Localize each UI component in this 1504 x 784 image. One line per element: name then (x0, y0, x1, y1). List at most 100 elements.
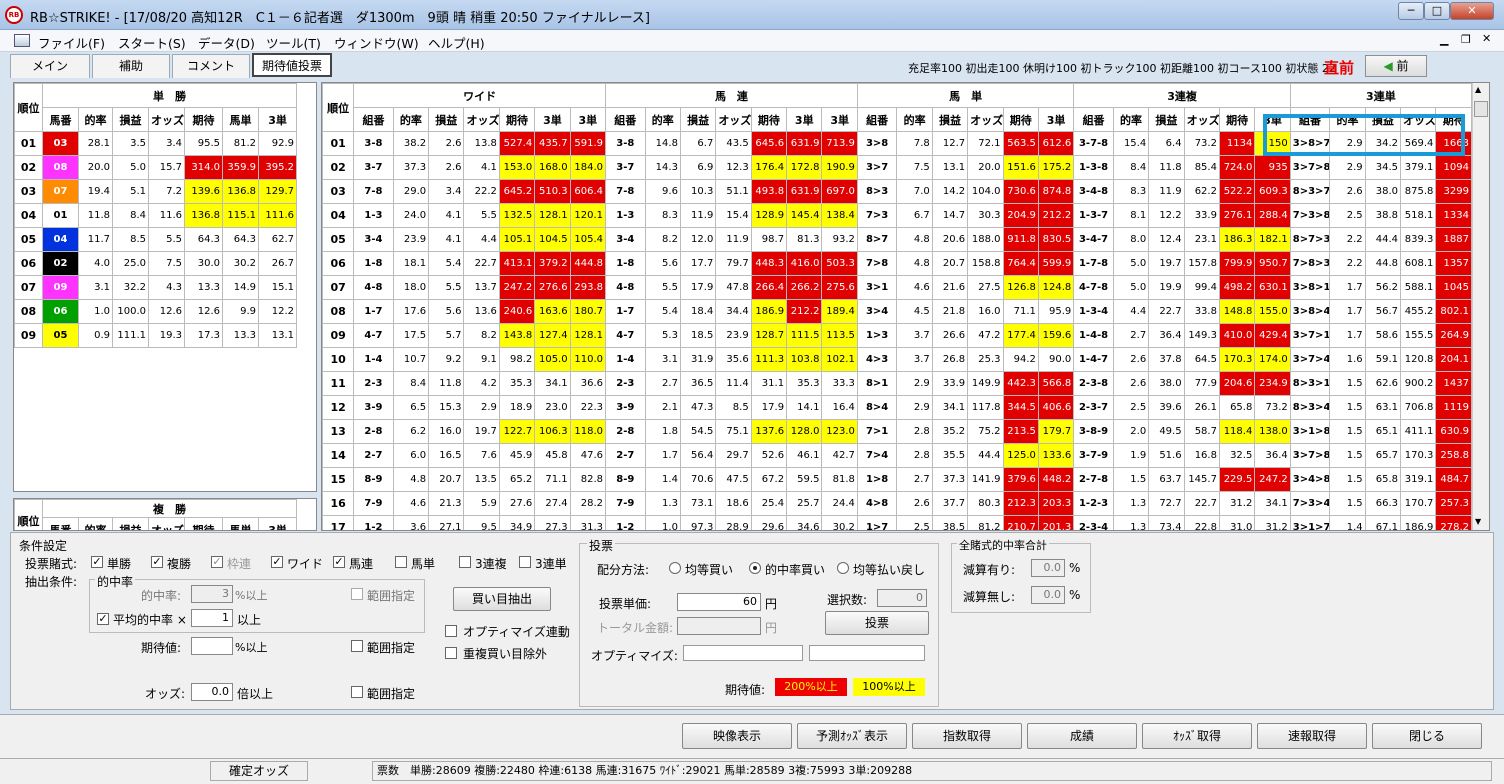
combo-row[interactable]: 12 3-9 6.5 15.3 2.9 18.9 23.0 22.3 3-9 2.1 47.3 8.5… (322, 395, 1472, 420)
mdi-close-icon[interactable]: ✕ (1482, 32, 1491, 45)
combo-row[interactable]: 04 1-3 24.0 4.1 5.5 132.5 128.1 120.1 1-3 8.3 11.9… (322, 203, 1472, 228)
tansho-row[interactable]: 04 01 11.8 8.4 11.6 136.8 115.1 111.6 (14, 203, 298, 228)
avg-hit-input[interactable]: 1 (191, 609, 233, 627)
menu-window[interactable]: ウィンドウ(W) (334, 33, 419, 52)
range-checkbox-3[interactable] (351, 686, 363, 698)
tansho-row[interactable]: 03 07 19.4 5.1 7.2 139.6 136.8 129.7 (14, 179, 298, 204)
combo-row[interactable]: 11 2-3 8.4 11.8 4.2 35.3 34.1 36.6 2-3 2.7 36.5 11.… (322, 371, 1472, 396)
menu-tool[interactable]: ツール(T) (266, 33, 321, 52)
sanfuku-value-cell: 234.9 (1254, 371, 1291, 396)
buy-extract-button[interactable]: 買い目抽出 (453, 587, 551, 611)
bet-checkbox-3[interactable]: ✓ (271, 556, 283, 568)
wide-value-cell: 27.6 (498, 491, 536, 516)
santan-combo-cell: 3>7>4 (1289, 347, 1331, 372)
unit-input[interactable]: 60 (677, 593, 761, 611)
tansho-row[interactable]: 06 02 4.0 25.0 7.5 30.0 30.2 26.7 (14, 251, 298, 276)
action-button-6[interactable]: 閉じる (1372, 723, 1482, 749)
combo-row[interactable]: 06 1-8 18.1 5.4 22.7 413.1 379.2 444.8 1-8 5.6 17.… (322, 251, 1472, 276)
action-button-3[interactable]: 成績 (1027, 723, 1137, 749)
tab-main[interactable]: メイン (10, 54, 90, 78)
prev-button[interactable]: ◀ 前 (1365, 55, 1427, 77)
wide-value-cell: 47.6 (569, 443, 607, 468)
optimize-link-checkbox[interactable] (445, 625, 457, 637)
close-button[interactable]: ✕ (1450, 2, 1494, 20)
avg-hit-checkbox[interactable]: ✓ (97, 613, 109, 625)
action-button-2[interactable]: 指数取得 (912, 723, 1022, 749)
tansho-row[interactable]: 02 08 20.0 5.0 15.7 314.0 359.9 395.2 (14, 155, 298, 180)
tansho-row[interactable]: 01 03 28.1 3.5 3.4 95.5 81.2 92.9 (14, 131, 298, 156)
dup-exclude-checkbox[interactable] (445, 647, 457, 659)
action-button-0[interactable]: 映像表示 (682, 723, 792, 749)
optimize-slider-2[interactable] (809, 645, 925, 661)
menu-data[interactable]: データ(D) (198, 33, 255, 52)
mdi-restore-icon[interactable]: ❐ (1461, 33, 1471, 46)
bet-checkbox-7[interactable] (519, 556, 531, 568)
combo-row[interactable]: 05 3-4 23.9 4.1 4.4 105.1 104.5 105.4 3-4 8.2 12.0… (322, 227, 1472, 252)
dist-radio-payout[interactable] (837, 562, 849, 574)
tab-support[interactable]: 補助 (92, 54, 170, 78)
fukusho-rank-header: 順位 (14, 499, 43, 530)
bet-checkbox-4[interactable]: ✓ (333, 556, 345, 568)
sub-header-umatan: 期待 (1002, 107, 1039, 132)
tab-comment[interactable]: コメント (172, 54, 250, 78)
tansho-row[interactable]: 08 06 1.0 100.0 12.6 12.6 9.9 12.2 (14, 299, 298, 324)
range-checkbox-1[interactable] (351, 588, 363, 600)
combo-row[interactable]: 16 7-9 4.6 21.3 5.9 27.6 27.4 28.2 7-9 1.3 73.1 18.… (322, 491, 1472, 516)
menu-file[interactable]: ファイル(F) (38, 33, 105, 52)
hit-rate-input[interactable]: 3 (191, 585, 233, 603)
combo-row[interactable]: 08 1-7 17.6 5.6 13.6 240.6 163.6 180.7 1-7 5.4 18.… (322, 299, 1472, 324)
santan-value-cell: 1.5 (1329, 467, 1366, 492)
minimize-button[interactable]: ─ (1398, 2, 1424, 20)
combo-row[interactable]: 07 4-8 18.0 5.5 13.7 247.2 276.6 293.8 4-8 5.5 17.… (322, 275, 1472, 300)
umaren-value-cell: 34.4 (715, 299, 752, 324)
scroll-up-icon[interactable]: ▲ (1475, 85, 1481, 94)
combo-row[interactable]: 10 1-4 10.7 9.2 9.1 98.2 105.0 110.0 1-4 3.1 31.9 3… (322, 347, 1472, 372)
combo-row[interactable]: 02 3-7 37.3 2.6 4.1 153.0 168.0 184.0 3-7 14.3 6.9… (322, 155, 1472, 180)
vertical-scrollbar[interactable]: ▲ ▼ (1472, 83, 1489, 530)
sub-header-umaren: 3単 (821, 107, 858, 132)
umaren-value-cell: 12.3 (715, 155, 752, 180)
optimize-slider-1[interactable] (683, 645, 803, 661)
umatan-value-cell: 874.8 (1037, 179, 1075, 204)
ev-input[interactable] (191, 637, 233, 655)
mdi-min-icon[interactable]: ▁ (1440, 33, 1448, 46)
sanfuku-value-cell: 1.3 (1112, 515, 1150, 530)
combo-row[interactable]: 17 1-2 3.6 27.1 9.5 34.9 27.3 31.3 1-2 1.0 97.3 28.… (322, 515, 1472, 530)
bet-checkbox-6[interactable] (459, 556, 471, 568)
fukusho-col-header: 損益 (112, 517, 149, 530)
scroll-down-icon[interactable]: ▼ (1475, 517, 1481, 526)
vote-button[interactable]: 投票 (825, 611, 929, 635)
tansho-row[interactable]: 09 05 0.9 111.1 19.3 17.3 13.3 13.1 (14, 323, 298, 348)
menu-start[interactable]: スタート(S) (118, 33, 186, 52)
dist-radio-hit[interactable] (749, 562, 761, 574)
combo-row[interactable]: 03 7-8 29.0 3.4 22.2 645.2 510.3 606.4 7-8 9.6 10.… (322, 179, 1472, 204)
odds-input[interactable]: 0.0 (191, 683, 233, 701)
range-checkbox-2[interactable] (351, 640, 363, 652)
combo-row[interactable]: 15 8-9 4.8 20.7 13.5 65.2 71.1 82.8 8-9 1.4 70.6 47… (322, 467, 1472, 492)
action-button-1[interactable]: 予測ｵｯｽﾞ表示 (797, 723, 907, 749)
tansho-row[interactable]: 07 09 3.1 32.2 4.3 13.3 14.9 15.1 (14, 275, 298, 300)
action-button-4[interactable]: ｵｯｽﾞ取得 (1142, 723, 1252, 749)
rank-cell: 07 (14, 275, 43, 300)
bet-checkbox-1[interactable]: ✓ (151, 556, 163, 568)
umaren-value-cell: 186.9 (750, 299, 788, 324)
bet-checkbox-0[interactable]: ✓ (91, 556, 103, 568)
tab-expected-value[interactable]: 期待値投票 (252, 53, 332, 77)
wide-combo-cell: 3-8 (353, 131, 394, 156)
scroll-thumb[interactable] (1474, 101, 1488, 117)
total-yen: 円 (765, 621, 778, 635)
tansho-row[interactable]: 05 04 11.7 8.5 5.5 64.3 64.3 62.7 (14, 227, 298, 252)
rank-cell: 13 (322, 419, 355, 444)
wide-value-cell: 645.2 (498, 179, 536, 204)
combo-row[interactable]: 09 4-7 17.5 5.7 8.2 143.8 127.4 128.1 4-7 5.3 18.5… (322, 323, 1472, 348)
santan-value-cell: 706.8 (1400, 395, 1437, 420)
umaren-value-cell: 275.6 (821, 275, 858, 300)
combo-row[interactable]: 13 2-8 6.2 16.0 19.7 122.7 106.3 118.0 2-8 1.8 54.… (322, 419, 1472, 444)
maximize-button[interactable]: □ (1424, 2, 1450, 20)
action-button-5[interactable]: 速報取得 (1257, 723, 1367, 749)
combo-row[interactable]: 14 2-7 6.0 16.5 7.6 45.9 45.8 47.6 2-7 1.7 56.4 29.… (322, 443, 1472, 468)
dist-radio-equal[interactable] (669, 562, 681, 574)
bet-checkbox-5[interactable] (395, 556, 407, 568)
group-header-umaren: 馬 連 (605, 83, 858, 108)
menu-help[interactable]: ヘルプ(H) (428, 33, 485, 52)
